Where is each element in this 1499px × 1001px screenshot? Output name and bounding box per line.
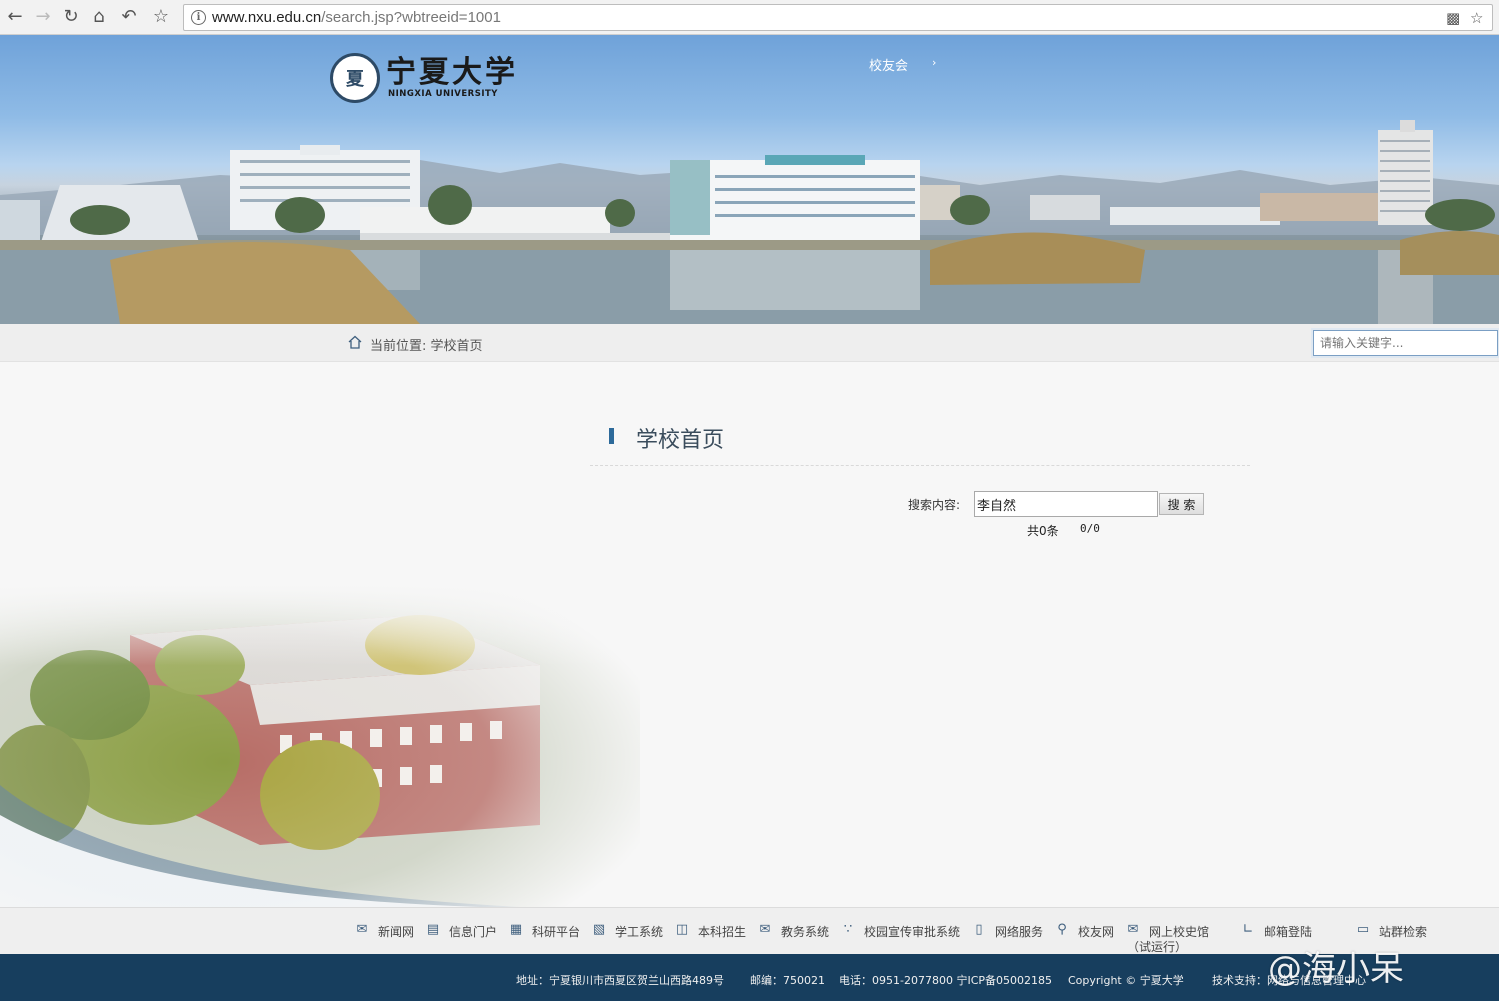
footer-link-admissions[interactable]: ◫ 本科招生: [674, 923, 746, 940]
footer-link-history-museum[interactable]: ✉ 网上校史馆 （试运行）: [1125, 922, 1209, 955]
chart-icon: ∟: [1242, 922, 1254, 937]
footer-phone: 电话：0951-2077800 宁ICP备05002185: [839, 974, 1052, 987]
home-icon[interactable]: ⌂: [88, 6, 110, 28]
search-content-label: 搜索内容:: [908, 498, 961, 512]
phone-icon: ▯: [975, 922, 983, 937]
monitor-icon: ◫: [675, 922, 689, 937]
trial-run-note: （试运行）: [1127, 940, 1188, 954]
logo-chinese-name: 宁夏大学: [386, 55, 518, 90]
footer-link-research[interactable]: ▦ 科研平台: [508, 923, 580, 940]
logo-english-name: NINGXIA UNIVERSITY: [388, 89, 498, 99]
laptop-icon: ▤: [426, 922, 440, 937]
address-bar[interactable]: i www.nxu.edu.cn/search.jsp?wbtreeid=100…: [183, 4, 1493, 31]
footer-link-student-affairs[interactable]: ▧ 学工系统: [591, 923, 663, 940]
footer-link-academic[interactable]: ✉ 教务系统: [757, 923, 829, 940]
reload-icon[interactable]: ↻: [60, 6, 82, 28]
alumni-association-link[interactable]: 校友会: [869, 55, 908, 74]
footer-address: 地址：宁夏银川市西夏区贺兰山西路489号: [516, 974, 724, 987]
university-logo[interactable]: 夏 宁夏大学 NINGXIA UNIVERSITY: [330, 53, 518, 103]
search-content-input[interactable]: [974, 491, 1158, 517]
books-icon: ▦: [509, 922, 523, 937]
forward-icon[interactable]: →: [32, 6, 54, 28]
home-outline-icon: [348, 335, 362, 349]
mail-icon: ✉: [356, 922, 368, 937]
footer-link-network-service[interactable]: ▯ 网络服务: [971, 923, 1043, 940]
star-icon[interactable]: ☆: [150, 6, 172, 28]
footer-link-email-login[interactable]: ∟ 邮箱登陆: [1240, 923, 1312, 940]
title-divider: [590, 465, 1250, 466]
address-url[interactable]: www.nxu.edu.cn/search.jsp?wbtreeid=1001: [212, 9, 501, 26]
footer-link-news[interactable]: ✉ 新闻网: [354, 923, 414, 940]
footer-postcode: 邮编：750021: [750, 974, 825, 987]
rss-icon: ∵: [843, 922, 853, 937]
browser-toolbar: ← → ↻ ⌂ ↶ ☆ i www.nxu.edu.cn/search.jsp?…: [0, 0, 1499, 35]
footer-link-site-search[interactable]: ▭ 站群检索: [1355, 923, 1427, 940]
page-title: 学校首页: [636, 428, 725, 453]
footer-link-alumni[interactable]: ⚲ 校友网: [1054, 923, 1114, 940]
footer-link-portal[interactable]: ▤ 信息门户: [425, 923, 497, 940]
info-icon[interactable]: i: [191, 10, 206, 25]
footer-copyright: Copyright © 宁夏大学: [1068, 974, 1184, 987]
back-icon[interactable]: ←: [4, 6, 26, 28]
chevron-right-icon: ›: [932, 56, 937, 69]
envelope-open-icon: ✉: [759, 922, 771, 937]
qr-icon[interactable]: ▩: [1446, 9, 1460, 27]
breadcrumb-bar: 当前位置: 学校首页: [0, 324, 1499, 362]
desktop-icon: ▭: [1356, 922, 1370, 937]
campus-decoration-image: [0, 585, 640, 907]
search-user-icon: ⚲: [1057, 922, 1067, 937]
header-banner: 夏 宁夏大学 NINGXIA UNIVERSITY 校友会 ›: [0, 35, 1499, 324]
undo-icon[interactable]: ↶: [118, 6, 140, 28]
title-accent-bar: [609, 428, 614, 444]
keyword-search-input[interactable]: [1311, 328, 1499, 358]
breadcrumb: 当前位置: 学校首页: [370, 339, 483, 354]
document-icon: ▧: [592, 922, 606, 937]
university-emblem-icon: 夏: [330, 53, 380, 103]
result-count: 共0条: [1027, 524, 1059, 538]
envelope-icon: ✉: [1127, 922, 1139, 937]
weibo-watermark: @海小呆: [1268, 949, 1404, 989]
search-button[interactable]: 搜 索: [1159, 493, 1204, 515]
bookmark-star-icon[interactable]: ☆: [1470, 9, 1483, 27]
footer-link-publicity-approval[interactable]: ∵ 校园宣传审批系统: [840, 923, 960, 940]
campus-lake-photo: [0, 120, 1499, 324]
result-pagination: 0/0: [1080, 522, 1100, 535]
